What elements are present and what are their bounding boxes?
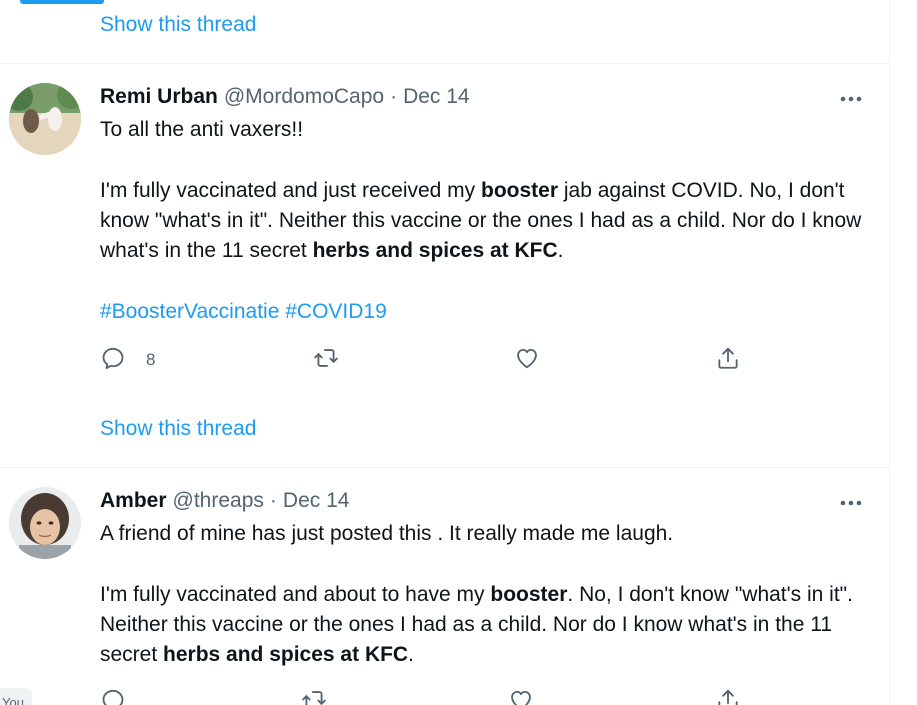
hashtags: #BoosterVaccinatie #COVID19: [100, 297, 870, 327]
retweet-button[interactable]: [301, 687, 327, 705]
tweet-text-line: A friend of mine has just posted this . …: [100, 519, 870, 549]
hashtag-link[interactable]: #BoosterVaccinatie: [100, 300, 279, 323]
like-button[interactable]: [508, 687, 534, 705]
author-handle[interactable]: @MordomoCapo: [224, 85, 384, 108]
avatar[interactable]: [9, 83, 81, 155]
bold-text: herbs and spices at KFC: [312, 239, 558, 263]
reply-button[interactable]: [100, 687, 126, 705]
text-segment: .: [557, 239, 564, 263]
like-button[interactable]: [514, 345, 540, 375]
share-button[interactable]: [715, 345, 741, 375]
text-segment: I'm fully vaccinated and about to have m…: [100, 582, 491, 606]
you-chip[interactable]: You: [0, 688, 32, 705]
author-handle[interactable]: @threaps: [173, 489, 264, 512]
tweet-text-line: To all the anti vaxers!!: [100, 115, 870, 145]
tweet-actions: 8: [100, 345, 760, 375]
top-blue-button-edge[interactable]: [20, 0, 104, 4]
tweet-date[interactable]: Dec 14: [403, 85, 470, 108]
tweet-header: Remi Urban @MordomoCapo · Dec 14: [100, 83, 470, 111]
reply-icon: [100, 687, 126, 705]
tweet-text-paragraph: I'm fully vaccinated and just received m…: [100, 176, 870, 267]
reply-button[interactable]: 8: [100, 345, 155, 375]
avatar[interactable]: [9, 487, 81, 559]
tweet-text-intro: A friend of mine has just posted this . …: [100, 522, 674, 545]
tweet-text-paragraph: I'm fully vaccinated and about to have m…: [100, 580, 870, 671]
share-button[interactable]: [715, 687, 741, 705]
timeline: Show this thread Remi Urban @MordomoCapo ·…: [0, 0, 890, 705]
bold-text: herbs and spices at KFC: [163, 643, 409, 667]
text-segment: .: [408, 643, 414, 667]
bold-text: booster: [481, 178, 559, 202]
show-thread-link[interactable]: Show this thread: [100, 13, 256, 37]
tweet-date[interactable]: Dec 14: [283, 489, 350, 512]
more-options-icon[interactable]: [836, 489, 866, 513]
author-name[interactable]: Amber: [100, 489, 167, 512]
retweet-button[interactable]: [313, 345, 339, 375]
tweet-text-intro: To all the anti vaxers!!: [100, 118, 304, 141]
tweet[interactable]: Amber @threaps · Dec 14 A friend of mine ha…: [0, 487, 889, 705]
separator-dot: ·: [269, 489, 277, 512]
author-name[interactable]: Remi Urban: [100, 85, 218, 108]
heart-icon: [514, 345, 540, 376]
tweet[interactable]: Remi Urban @MordomoCapo · Dec 14 To all the…: [0, 83, 889, 467]
heart-icon: [508, 687, 534, 705]
show-thread-link[interactable]: Show this thread: [100, 417, 256, 441]
bold-text: booster: [490, 582, 568, 606]
share-icon: [715, 687, 741, 705]
retweet-icon: [313, 345, 339, 376]
tweet-text: To all the anti vaxers!! I'm fully vacci…: [100, 115, 870, 327]
hashtag-link[interactable]: #COVID19: [285, 300, 387, 323]
separator-dot: ·: [390, 85, 398, 108]
reply-count: 8: [146, 350, 156, 369]
reply-icon: [100, 345, 126, 376]
text-segment: I'm fully vaccinated and just received m…: [100, 178, 482, 202]
retweet-icon: [301, 687, 327, 705]
tweet-actions: [100, 687, 760, 705]
share-icon: [715, 345, 741, 376]
tweet-header: Amber @threaps · Dec 14: [100, 487, 349, 515]
divider: [0, 63, 889, 64]
tweet-text: A friend of mine has just posted this . …: [100, 519, 870, 670]
more-options-icon[interactable]: [836, 85, 866, 109]
divider: [0, 467, 889, 468]
